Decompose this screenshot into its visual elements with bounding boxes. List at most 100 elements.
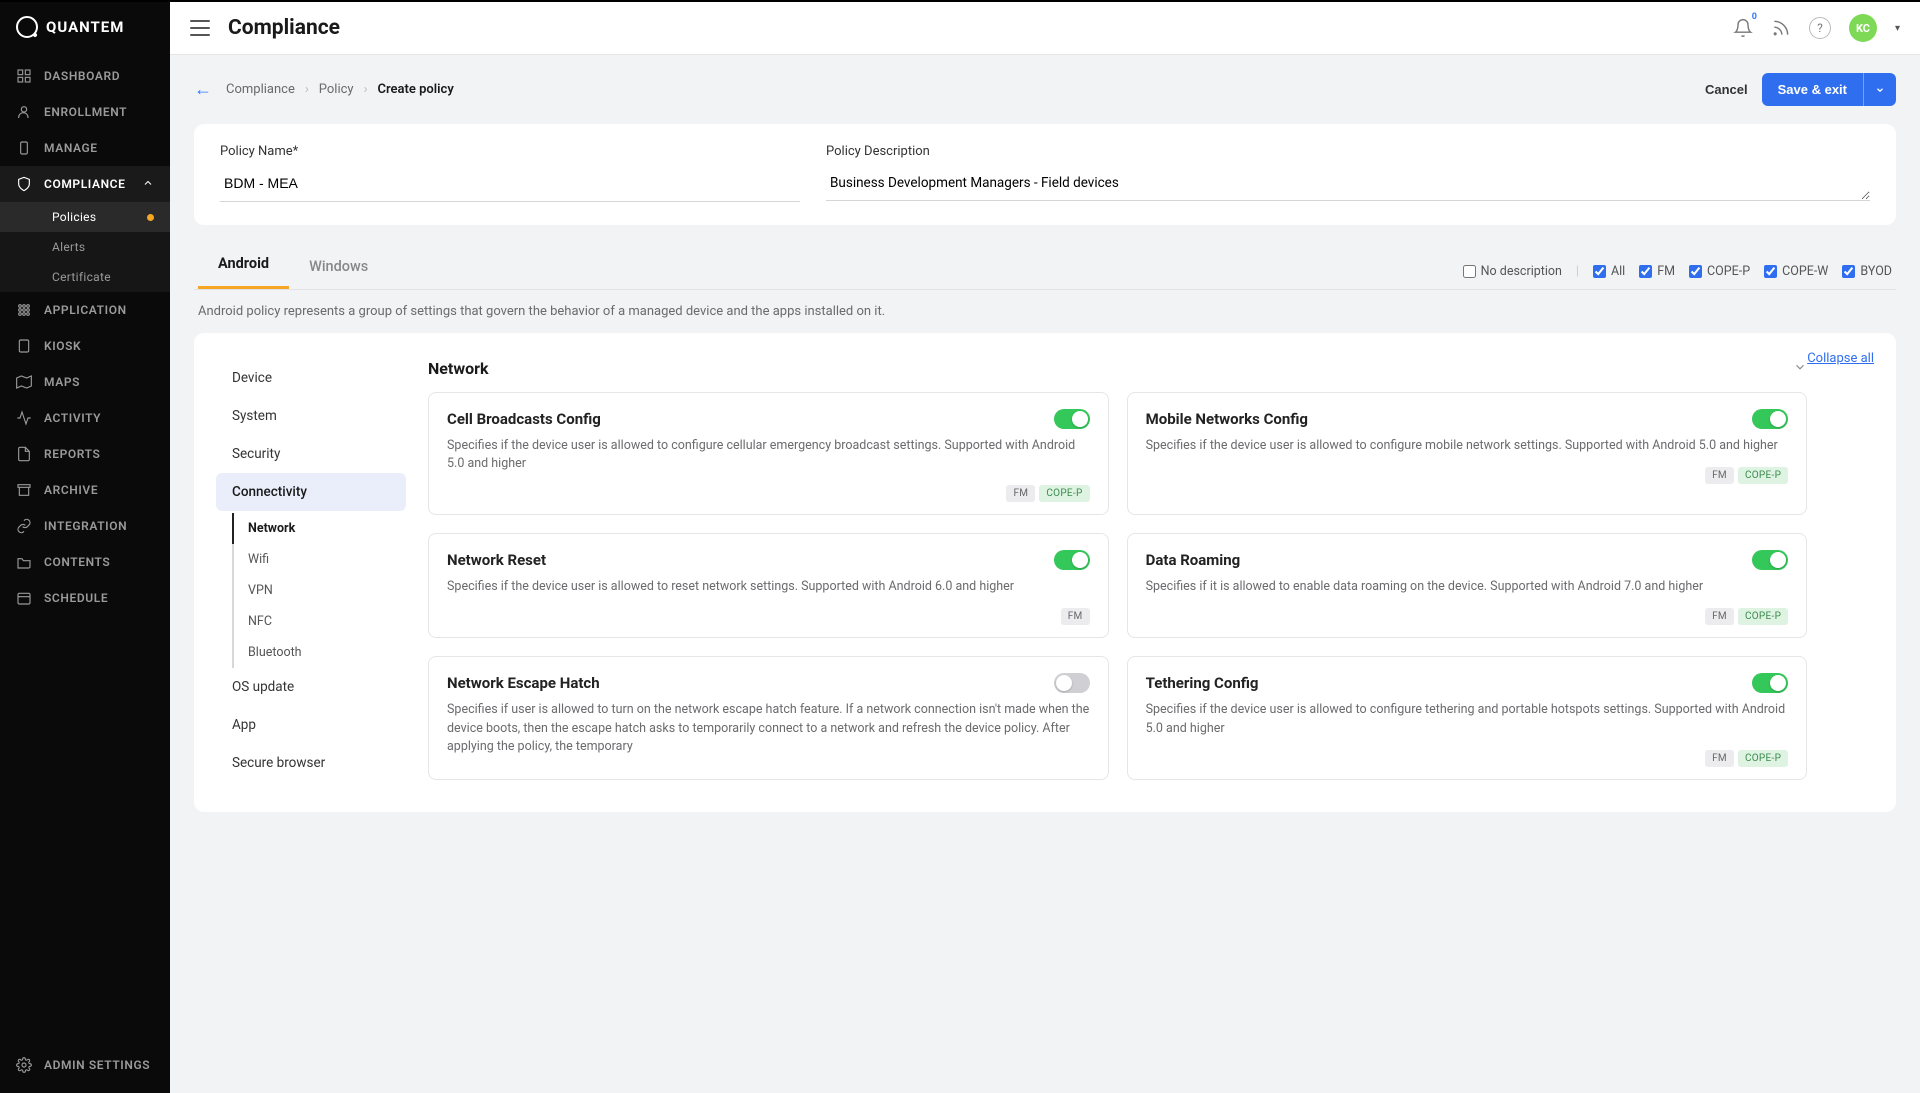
badge-cope-p: COPE-P: [1738, 750, 1788, 767]
setting-card: Cell Broadcasts Config Specifies if the d…: [428, 392, 1109, 515]
setting-description: Specifies if the device user is allowed …: [1146, 437, 1789, 455]
tree-item-os-update[interactable]: OS update: [216, 668, 406, 706]
settings-section: Collapse all DeviceSystemSecurityConnect…: [194, 333, 1896, 812]
badge-cope-p: COPE-P: [1039, 485, 1089, 502]
setting-description: Specifies if the device user is allowed …: [447, 578, 1090, 596]
save-dropdown-button[interactable]: [1863, 73, 1896, 106]
tree-subitem-vpn[interactable]: VPN: [234, 575, 406, 606]
sidebar-item-manage[interactable]: MANAGE: [0, 130, 170, 166]
tree-item-connectivity[interactable]: Connectivity: [216, 473, 406, 511]
category-tree: DeviceSystemSecurityConnectivityNetworkW…: [216, 359, 406, 782]
badge-cope-p: COPE-P: [1738, 608, 1788, 625]
form-card: Policy Name* Policy Description: [194, 124, 1896, 225]
badge-fm: FM: [1705, 467, 1734, 484]
sidebar-item-compliance[interactable]: COMPLIANCE: [0, 166, 170, 202]
cancel-button[interactable]: Cancel: [1705, 82, 1748, 97]
topbar: Compliance 0 ? KC ▾: [170, 2, 1920, 55]
tree-item-security[interactable]: Security: [216, 435, 406, 473]
breadcrumb-root[interactable]: Compliance: [226, 82, 295, 97]
sidebar-item-dashboard[interactable]: DASHBOARD: [0, 58, 170, 94]
sidebar-item-application[interactable]: APPLICATION: [0, 292, 170, 328]
tree-item-device[interactable]: Device: [216, 359, 406, 397]
settings-grid: Cell Broadcasts Config Specifies if the d…: [428, 392, 1807, 780]
tree-item-app[interactable]: App: [216, 706, 406, 744]
sidebar-subitem-policies[interactable]: Policies: [0, 202, 170, 232]
sidebar-item-activity[interactable]: ACTIVITY: [0, 400, 170, 436]
setting-title: Cell Broadcasts Config: [447, 410, 601, 428]
toggle-switch[interactable]: [1752, 673, 1788, 693]
policy-desc-input[interactable]: [826, 165, 1870, 201]
filter-byod[interactable]: BYOD: [1842, 264, 1892, 279]
chevron-down-icon[interactable]: [1793, 359, 1807, 378]
policy-name-label: Policy Name*: [220, 144, 800, 159]
tree-subitem-wifi[interactable]: Wifi: [234, 544, 406, 575]
sidebar-item-admin-settings[interactable]: ADMIN SETTINGS: [0, 1047, 170, 1083]
setting-title: Network Reset: [447, 551, 546, 569]
filter-cope-w[interactable]: COPE-W: [1764, 264, 1828, 279]
content: ← Compliance › Policy › Create policy Ca…: [170, 55, 1920, 1093]
setting-card: Data RoamingSpecifies if it is allowed t…: [1127, 533, 1808, 638]
badge-fm: FM: [1061, 608, 1090, 625]
setting-card: Network Escape Hatch Specifies if user is…: [428, 656, 1109, 779]
sidebar-item-enrollment[interactable]: ENROLLMENT: [0, 94, 170, 130]
chevron-right-icon: ›: [364, 82, 368, 97]
policy-name-input[interactable]: [220, 165, 800, 202]
sidebar-item-schedule[interactable]: SCHEDULE: [0, 580, 170, 616]
sidebar-item-contents[interactable]: CONTENTS: [0, 544, 170, 580]
sidebar-item-kiosk[interactable]: KIOSK: [0, 328, 170, 364]
filter-all[interactable]: All: [1593, 264, 1625, 279]
sidebar-item-archive[interactable]: ARCHIVE: [0, 472, 170, 508]
setting-description: Specifies if user is allowed to turn on …: [447, 701, 1090, 755]
toggle-switch[interactable]: [1054, 550, 1090, 570]
separator: |: [1576, 264, 1579, 279]
tab-android[interactable]: Android: [198, 243, 289, 289]
admin-settings-label: ADMIN SETTINGS: [44, 1058, 150, 1072]
setting-description: Specifies if the device user is allowed …: [447, 437, 1090, 473]
toggle-switch[interactable]: [1752, 409, 1788, 429]
nav: DASHBOARDENROLLMENTMANAGECOMPLIANCEPolic…: [0, 52, 170, 1047]
policy-note: Android policy represents a group of set…: [194, 290, 1896, 333]
bell-icon[interactable]: 0: [1733, 18, 1753, 38]
avatar[interactable]: KC: [1849, 14, 1877, 42]
nav-icon: [16, 410, 32, 426]
nav-icon: [16, 518, 32, 534]
filter-cope-p[interactable]: COPE-P: [1689, 264, 1750, 279]
toggle-switch[interactable]: [1752, 550, 1788, 570]
save-exit-button[interactable]: Save & exit: [1762, 73, 1863, 106]
filter-no-description[interactable]: No description: [1463, 264, 1562, 279]
help-icon[interactable]: ?: [1809, 17, 1831, 39]
setting-card: Mobile Networks ConfigSpecifies if the d…: [1127, 392, 1808, 515]
filter-fm[interactable]: FM: [1639, 264, 1675, 279]
setting-description: Specifies if it is allowed to enable dat…: [1146, 578, 1789, 596]
brand-name: QUANTEM: [46, 18, 124, 36]
chevron-right-icon: ›: [305, 82, 309, 97]
chevron-up-icon: [142, 177, 154, 192]
sidebar-subitem-alerts[interactable]: Alerts: [0, 232, 170, 262]
sidebar: QUANTEM DASHBOARDENROLLMENTMANAGECOMPLIA…: [0, 2, 170, 1093]
toggle-switch[interactable]: [1054, 673, 1090, 693]
status-dot-icon: [147, 214, 154, 221]
tree-subitem-bluetooth[interactable]: Bluetooth: [234, 637, 406, 668]
tree-subitem-nfc[interactable]: NFC: [234, 606, 406, 637]
sidebar-item-maps[interactable]: MAPS: [0, 364, 170, 400]
panel-title: Network: [428, 359, 489, 378]
badge-fm: FM: [1705, 608, 1734, 625]
breadcrumb-mid[interactable]: Policy: [319, 82, 354, 97]
notif-count: 0: [1752, 12, 1757, 22]
sidebar-item-integration[interactable]: INTEGRATION: [0, 508, 170, 544]
sidebar-item-reports[interactable]: REPORTS: [0, 436, 170, 472]
rss-icon[interactable]: [1771, 18, 1791, 38]
nav-icon: [16, 176, 32, 192]
back-arrow-icon[interactable]: ←: [194, 79, 212, 100]
tree-item-secure-browser[interactable]: Secure browser: [216, 744, 406, 782]
menu-toggle-icon[interactable]: [190, 20, 210, 36]
toggle-switch[interactable]: [1054, 409, 1090, 429]
tab-windows[interactable]: Windows: [289, 246, 388, 289]
sidebar-subitem-certificate[interactable]: Certificate: [0, 262, 170, 292]
collapse-all-link[interactable]: Collapse all: [1807, 351, 1874, 366]
avatar-caret-icon[interactable]: ▾: [1895, 23, 1900, 34]
setting-title: Network Escape Hatch: [447, 674, 600, 692]
tree-subitem-network[interactable]: Network: [232, 513, 406, 544]
tree-item-system[interactable]: System: [216, 397, 406, 435]
page-title: Compliance: [228, 16, 340, 40]
